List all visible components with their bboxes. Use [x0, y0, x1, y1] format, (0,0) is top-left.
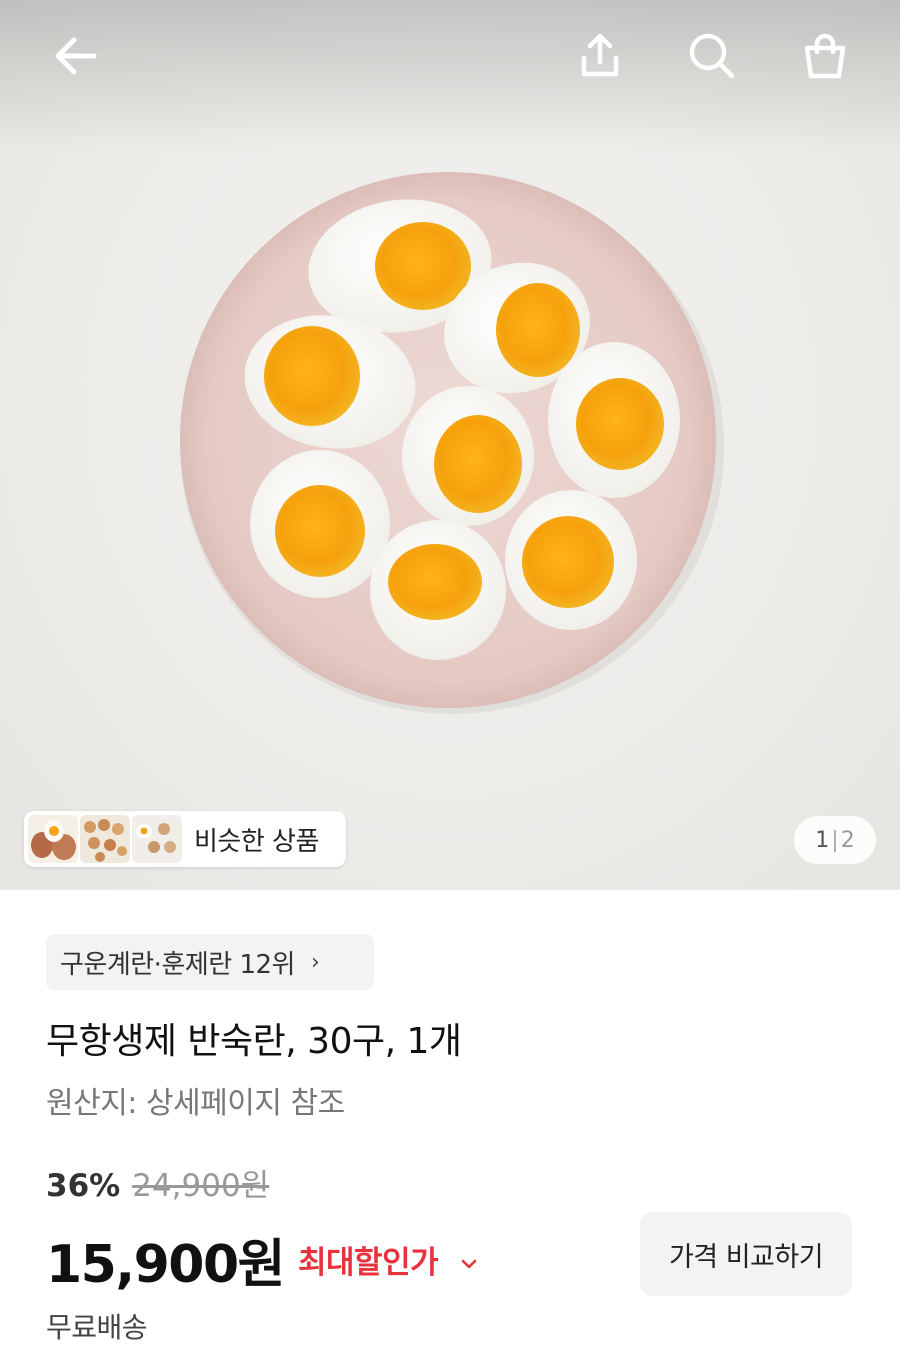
shopping-bag-icon — [804, 33, 846, 79]
product-origin: 원산지: 상세페이지 참조 — [46, 1086, 345, 1121]
page-separator: | — [831, 827, 839, 853]
similar-thumbnail — [132, 815, 182, 863]
back-button[interactable] — [44, 24, 108, 88]
original-price: 24,900원 — [132, 1168, 270, 1204]
search-icon — [689, 33, 735, 79]
best-price-label: 최대할인가 — [298, 1245, 439, 1281]
similar-thumbnails — [28, 815, 184, 863]
search-button[interactable] — [680, 24, 744, 88]
page-current: 1 — [815, 827, 830, 853]
discount-rate: 36% — [46, 1168, 121, 1204]
rank-label: 구운계란·훈제란 12위 — [60, 949, 295, 980]
top-navigation-bar — [0, 0, 900, 110]
arrow-left-icon — [55, 37, 97, 75]
sale-price: 15,900원 — [46, 1235, 286, 1295]
similar-thumbnail — [80, 815, 130, 863]
share-button[interactable] — [568, 24, 632, 88]
page-total: 2 — [840, 827, 855, 853]
cart-button[interactable] — [793, 24, 857, 88]
image-page-indicator: 1 | 2 — [794, 816, 876, 864]
price-row: 15,900원 최대할인가 — [46, 1222, 478, 1297]
similar-products-button[interactable]: 비슷한 상품 — [24, 811, 346, 867]
shipping-info: 무료배송 — [46, 1311, 148, 1344]
product-image[interactable] — [0, 0, 900, 890]
share-upload-icon — [581, 33, 619, 77]
chevron-right-icon: › — [310, 949, 320, 975]
best-price-dropdown[interactable]: 최대할인가 — [298, 1237, 478, 1282]
product-title: 무항생제 반숙란, 30구, 1개 — [46, 1021, 462, 1062]
similar-products-label: 비슷한 상품 — [194, 826, 319, 857]
price-compare-button[interactable]: 가격 비교하기 — [640, 1212, 852, 1296]
similar-thumbnail — [28, 815, 78, 863]
category-rank-badge[interactable]: 구운계란·훈제란 12위 › — [46, 934, 374, 990]
chevron-down-icon — [460, 1255, 478, 1273]
discount-row: 36% 24,900원 — [46, 1160, 269, 1205]
